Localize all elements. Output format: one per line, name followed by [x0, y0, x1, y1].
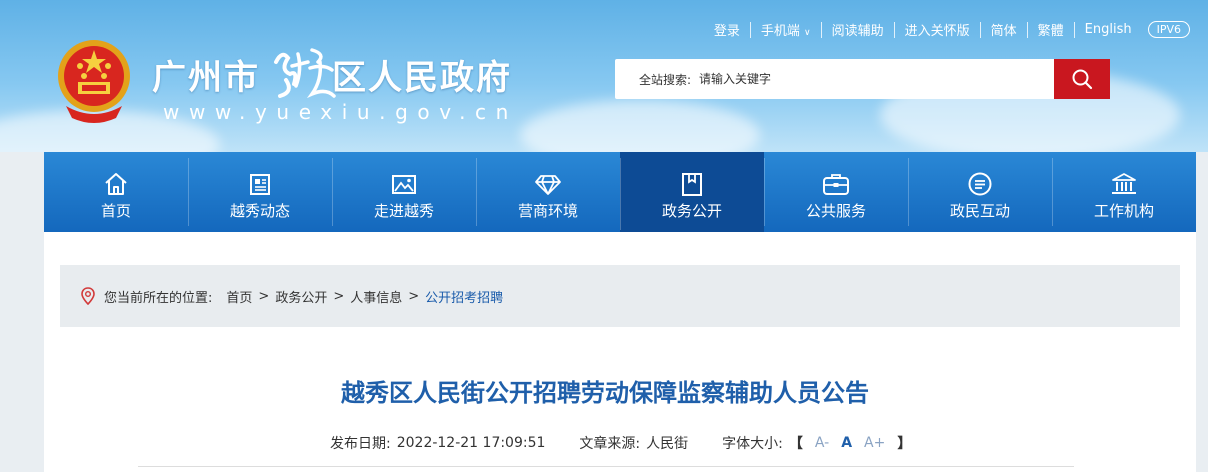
source-label: 文章来源:: [579, 436, 641, 452]
building-icon: [1112, 173, 1136, 194]
nav-item-label: 营商环境: [517, 202, 578, 220]
nav-item-label: 越秀动态: [229, 202, 290, 220]
nav-item-interaction[interactable]: 政民互动: [908, 152, 1052, 232]
date-label: 发布日期:: [330, 436, 391, 452]
login-link[interactable]: 登录: [704, 20, 750, 39]
nav-item-label: 政民互动: [949, 202, 1010, 220]
breadcrumb-gov-affairs[interactable]: 政务公开: [275, 287, 327, 306]
location-pin-icon: [81, 287, 95, 305]
care-version-link[interactable]: 进入关怀版: [895, 20, 980, 39]
site-name-left: 广州市: [152, 58, 260, 98]
chevron-down-icon: ∨: [803, 28, 811, 38]
nav-item-gov-affairs[interactable]: 政务公开: [620, 152, 764, 236]
site-name-right: 区人民政府: [332, 58, 512, 98]
nav-item-about[interactable]: 走进越秀: [332, 152, 476, 232]
publish-date: 2022-12-21 17:09:51: [396, 435, 546, 451]
newspaper-icon: [250, 174, 270, 195]
breadcrumb-separator: >: [408, 288, 420, 304]
traditional-link[interactable]: 繁體: [1028, 20, 1074, 39]
simplified-link[interactable]: 简体: [981, 20, 1027, 39]
divider: [138, 466, 1074, 467]
national-emblem-icon: [58, 40, 130, 123]
breadcrumb-home[interactable]: 首页: [226, 287, 252, 306]
article-meta: 发布日期: 2022-12-21 17:09:51 文章来源: 人民街 字体大小…: [330, 433, 917, 453]
reading-aid-link[interactable]: 阅读辅助: [822, 20, 894, 39]
breadcrumb: 您当前所在的位置: 首页 > 政务公开 > 人事信息 > 公开招考招聘: [60, 265, 1180, 327]
font-size-label: 字体大小:: [722, 436, 783, 452]
breadcrumb-separator: >: [258, 288, 270, 304]
mobile-link-label: 手机端: [760, 24, 800, 39]
font-default-button[interactable]: A: [841, 435, 852, 451]
diamond-icon: [535, 175, 561, 195]
yuexiu-calligraphy-logo: [274, 48, 336, 99]
search-icon: [1072, 69, 1093, 90]
chat-icon: [968, 172, 992, 196]
nav-item-news[interactable]: 越秀动态: [188, 152, 332, 232]
nav-item-public-service[interactable]: 公共服务: [764, 152, 908, 232]
nav-item-institutions[interactable]: 工作机构: [1052, 152, 1196, 232]
search-label: 全站搜索:: [639, 73, 692, 87]
mobile-link[interactable]: 手机端 ∨: [751, 20, 821, 39]
bracket-open: 【: [788, 436, 803, 452]
article-title: 越秀区人民街公开招聘劳动保障监察辅助人员公告: [341, 379, 869, 407]
briefcase-icon: [823, 174, 849, 195]
font-smaller-button[interactable]: A-: [815, 435, 829, 451]
nav-item-home[interactable]: 首页: [44, 152, 188, 232]
breadcrumb-personnel[interactable]: 人事信息: [350, 287, 402, 306]
nav-item-label: 走进越秀: [373, 202, 434, 220]
search-button[interactable]: [1054, 59, 1110, 99]
search-input[interactable]: [699, 67, 1059, 91]
header-banner: 广州市 区人民政府 www.yuexiu.gov.cn 登录 手机端 ∨ 阅读辅助…: [0, 0, 1208, 152]
nav-item-label: 公共服务: [805, 202, 866, 220]
font-larger-button[interactable]: A+: [864, 435, 885, 451]
nav-item-label: 政务公开: [661, 202, 722, 220]
english-link[interactable]: English: [1075, 22, 1142, 37]
bracket-close: 】: [897, 436, 912, 452]
cloud-decoration: [520, 100, 760, 152]
top-links: 登录 手机端 ∨ 阅读辅助 进入关怀版 简体 繁體 English IPV6: [704, 20, 1190, 39]
article-source: 人民街: [646, 436, 689, 452]
ipv6-badge: IPV6: [1147, 21, 1190, 38]
breadcrumb-separator: >: [333, 288, 345, 304]
search-bar: 全站搜索:: [615, 59, 1110, 99]
nav-item-business[interactable]: 营商环境: [476, 152, 620, 232]
breadcrumb-lead: 您当前所在的位置:: [104, 290, 213, 306]
breadcrumb-current[interactable]: 公开招考招聘: [425, 287, 503, 306]
document-icon: [682, 173, 702, 196]
nav-item-label: 首页: [100, 202, 131, 220]
home-icon: [105, 173, 127, 195]
nav-item-label: 工作机构: [1093, 202, 1154, 220]
picture-icon: [392, 175, 416, 194]
site-url: www.yuexiu.gov.cn: [163, 100, 518, 124]
main-nav: 首页 越秀动态 走进越秀 营商环境 政务公开 公共服务 政民互动 工作机构: [44, 152, 1196, 236]
